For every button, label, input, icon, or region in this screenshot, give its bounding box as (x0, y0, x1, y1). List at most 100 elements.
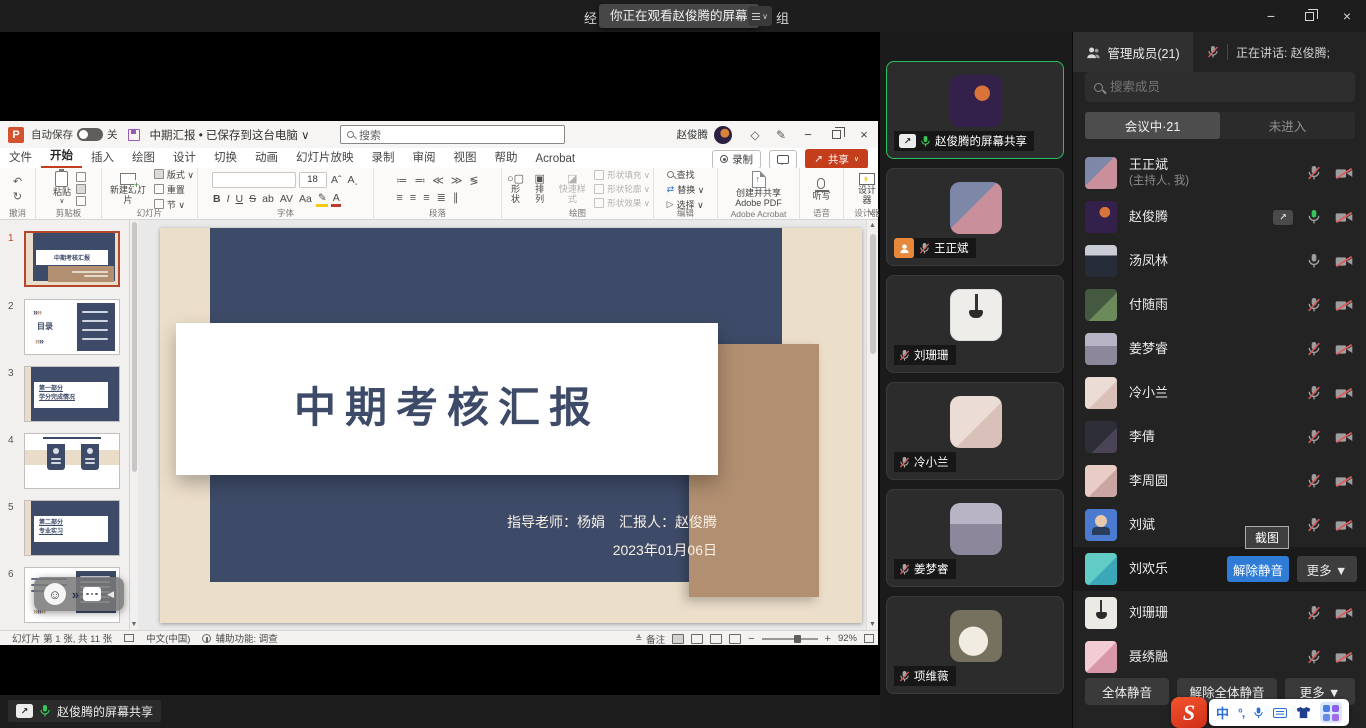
layout-button[interactable]: 版式 ∨ (154, 168, 194, 181)
chat-bubble-icon[interactable] (83, 587, 101, 601)
member-row-hovered[interactable]: 刘欢乐 解除静音 更多 ▼ (1073, 547, 1366, 591)
tab-animations[interactable]: 动画 (246, 147, 287, 168)
change-case-icon[interactable]: Aa (298, 193, 314, 205)
tab-home[interactable]: 开始 (41, 145, 82, 168)
indent-increase-icon[interactable]: ≫ (451, 174, 463, 187)
member-row[interactable]: 李倩 (1073, 415, 1366, 459)
unmute-button[interactable]: 解除静音 (1227, 556, 1289, 582)
shape-outline-button[interactable]: 形状轮廓 ∨ (594, 183, 650, 195)
mic-muted-icon[interactable] (1307, 517, 1321, 533)
premium-diamond-icon[interactable]: ◇ (742, 128, 768, 142)
bold-button[interactable]: B (212, 193, 223, 205)
cut-icon[interactable] (76, 172, 86, 182)
tab-insert[interactable]: 插入 (82, 147, 123, 168)
ime-keyboard-icon[interactable] (1273, 708, 1287, 718)
camera-off-icon[interactable] (1335, 343, 1353, 356)
camera-off-icon[interactable] (1335, 607, 1353, 620)
shapes-button[interactable]: ○▢形状 (505, 174, 526, 204)
shadow-button[interactable]: ab (261, 193, 276, 205)
ime-language-mode[interactable]: 中 (1216, 703, 1229, 722)
bullets-icon[interactable]: ≔ (396, 174, 407, 187)
mic-muted-icon[interactable] (1307, 165, 1321, 181)
tab-file[interactable]: 文件 (0, 147, 41, 168)
find-button[interactable]: 查找 (667, 168, 705, 181)
member-row[interactable]: 冷小兰 (1073, 371, 1366, 415)
align-left-icon[interactable]: ≡ (396, 192, 402, 204)
mic-on-icon[interactable] (1307, 253, 1321, 269)
close-button[interactable]: × (1328, 0, 1366, 32)
notes-button[interactable]: ≜备注 (635, 632, 665, 646)
align-right-icon[interactable]: ≡ (423, 192, 429, 204)
camera-off-icon[interactable] (1335, 651, 1353, 664)
paste-button[interactable]: 粘贴∨ (51, 171, 73, 207)
camera-off-icon[interactable] (1335, 431, 1353, 444)
tab-in-meeting[interactable]: 会议中·21 (1085, 112, 1220, 139)
minimize-button[interactable]: − (1252, 0, 1290, 32)
video-tile[interactable]: 冷小兰 (886, 382, 1064, 480)
video-tile[interactable]: 王正斌 (886, 168, 1064, 266)
copy-icon[interactable] (76, 184, 86, 194)
account-avatar[interactable] (714, 126, 732, 144)
camera-off-icon[interactable] (1335, 387, 1353, 400)
tab-review[interactable]: 审阅 (404, 147, 445, 168)
font-name-box[interactable] (212, 172, 296, 188)
zoom-slider[interactable] (762, 638, 818, 640)
designer-button[interactable]: 设计器 (852, 173, 882, 205)
mic-muted-icon[interactable] (1307, 341, 1321, 357)
undo-icon[interactable]: ↶ (13, 175, 22, 188)
camera-off-icon[interactable] (1335, 211, 1353, 224)
record-button[interactable]: 录制 (712, 150, 761, 169)
member-search-input[interactable] (1110, 80, 1346, 94)
thumbnail-scrollbar[interactable]: ▼ (130, 220, 138, 630)
accessibility-status[interactable]: 辅助功能: 调查 (202, 631, 277, 645)
camera-off-icon[interactable] (1335, 167, 1353, 180)
video-tile[interactable]: 刘珊珊 (886, 275, 1064, 373)
ime-skin-icon[interactable] (1296, 706, 1311, 719)
arrange-button[interactable]: ▣排列 (529, 174, 550, 204)
comments-button[interactable] (769, 150, 797, 169)
reading-view-button[interactable] (710, 634, 722, 644)
slide-subtitle[interactable]: 指导老师：杨娟 汇报人：赵俊腾 2023年01月06日 (507, 508, 717, 564)
indent-decrease-icon[interactable]: ≪ (432, 174, 444, 187)
mic-on-icon[interactable] (1307, 209, 1321, 225)
member-row[interactable]: 聂绣融 (1073, 635, 1366, 678)
mic-muted-icon[interactable] (1307, 649, 1321, 665)
video-tile[interactable]: 姜梦睿 (886, 489, 1064, 587)
ppt-close-button[interactable]: × (850, 121, 878, 148)
mic-muted-icon[interactable] (1307, 297, 1321, 313)
line-spacing-icon[interactable]: ≶ (469, 174, 478, 187)
slide-title-box[interactable]: 中期考核汇报 (176, 323, 718, 475)
mic-muted-icon[interactable] (1307, 385, 1321, 401)
tab-not-joined[interactable]: 未进入 (1220, 112, 1355, 139)
camera-off-icon[interactable] (1335, 255, 1353, 268)
scroll-down-icon[interactable]: ▼ (867, 621, 878, 628)
columns-icon[interactable]: ∥ (453, 191, 459, 204)
zoom-level[interactable]: 92% (838, 633, 857, 644)
reset-button[interactable]: 重置 (154, 183, 194, 196)
member-row[interactable]: 李周圆 (1073, 459, 1366, 503)
tab-acrobat[interactable]: Acrobat (527, 151, 585, 168)
replace-button[interactable]: ⇄替换 ∨ (667, 183, 705, 196)
ppt-share-button[interactable]: ↗共享∨ (805, 149, 868, 169)
tab-help[interactable]: 帮助 (486, 147, 527, 168)
pen-mode-icon[interactable]: ✎ (768, 128, 794, 142)
collapse-ribbon-icon[interactable]: ∨ (868, 208, 874, 217)
ime-voice-icon[interactable] (1253, 706, 1264, 720)
canvas-scrollbar[interactable]: ▲ ▼ (866, 220, 878, 630)
scroll-up-icon[interactable]: ▲ (867, 222, 878, 229)
mic-muted-icon[interactable] (1307, 429, 1321, 445)
save-icon[interactable] (128, 129, 140, 141)
shape-fill-button[interactable]: 形状填充 ∨ (594, 169, 650, 181)
normal-view-button[interactable] (672, 634, 684, 644)
sogou-logo-icon[interactable]: S (1171, 697, 1207, 728)
document-title[interactable]: 中期汇报 • 已保存到这台电脑 ∨ (150, 127, 310, 143)
more-button[interactable]: 更多 ▼ (1297, 556, 1357, 582)
tab-transitions[interactable]: 切换 (205, 147, 246, 168)
quick-styles-button[interactable]: ◪快速样式 (553, 174, 591, 204)
grow-font-icon[interactable]: Aˆ (330, 174, 344, 186)
char-spacing-icon[interactable]: AV (278, 193, 294, 205)
tab-draw[interactable]: 绘图 (123, 147, 164, 168)
member-row[interactable]: 王正斌(主持人, 我) (1073, 151, 1366, 195)
video-tile-sharing[interactable]: ↗ 赵俊腾的屏幕共享 (886, 61, 1064, 159)
member-row[interactable]: 汤凤林 (1073, 239, 1366, 283)
